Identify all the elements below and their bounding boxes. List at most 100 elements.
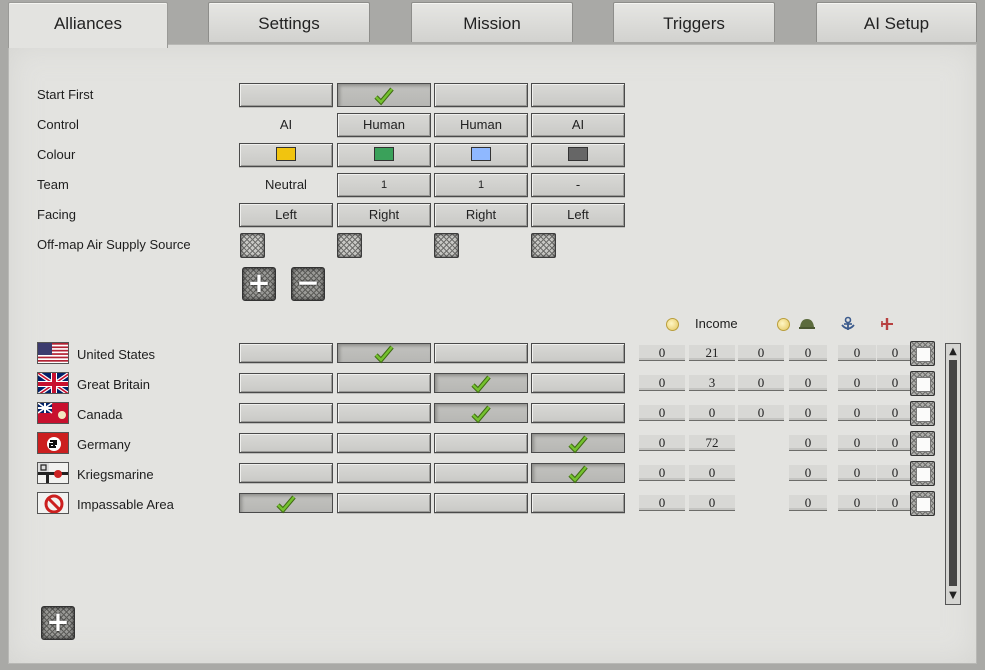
- side-3-kriegsmarine-button[interactable]: [434, 463, 528, 483]
- tab-mission[interactable]: Mission: [411, 2, 573, 42]
- select-germany-checkbox[interactable]: [910, 431, 935, 456]
- side-2-united-states-button[interactable]: [337, 343, 431, 364]
- air-supply-toggle-side-2[interactable]: [337, 233, 362, 258]
- facing-label: Facing: [37, 207, 77, 222]
- value-germany-3[interactable]: 0: [789, 435, 827, 451]
- scrollbar[interactable]: ▲ ▼: [945, 343, 961, 605]
- value-impassable-area-3[interactable]: 0: [789, 495, 827, 511]
- side-2-germany-button[interactable]: [337, 433, 431, 453]
- value-great-britain-4[interactable]: 0: [838, 375, 876, 391]
- side-4-impassable-area-button[interactable]: [531, 493, 625, 513]
- value-canada-2[interactable]: 0: [738, 405, 784, 421]
- facing-side-1[interactable]: Left: [239, 203, 333, 227]
- facing-side-3[interactable]: Right: [434, 203, 528, 227]
- side-1-impassable-area-button[interactable]: [239, 493, 333, 514]
- select-impassable-area-checkbox[interactable]: [910, 491, 935, 516]
- scroll-up-icon[interactable]: ▲: [947, 346, 959, 358]
- side-4-canada-button[interactable]: [531, 403, 625, 423]
- side-3-impassable-area-button[interactable]: [434, 493, 528, 513]
- team-side-3[interactable]: 1: [434, 173, 528, 197]
- value-united-states-4[interactable]: 0: [838, 345, 876, 361]
- side-3-canada-button[interactable]: [434, 403, 528, 424]
- value-great-britain-1[interactable]: 3: [689, 375, 735, 391]
- side-1-kriegsmarine-button[interactable]: [239, 463, 333, 483]
- side-1-united-states-button[interactable]: [239, 343, 333, 363]
- side-2-kriegsmarine-button[interactable]: [337, 463, 431, 483]
- value-canada-3[interactable]: 0: [789, 405, 827, 421]
- value-impassable-area-0[interactable]: 0: [639, 495, 685, 511]
- remove-side-button[interactable]: −: [291, 267, 325, 301]
- select-united-states-checkbox[interactable]: [910, 341, 935, 366]
- side-1-canada-button[interactable]: [239, 403, 333, 423]
- add-nation-button[interactable]: +: [41, 606, 75, 640]
- value-canada-0[interactable]: 0: [639, 405, 685, 421]
- side-3-germany-button[interactable]: [434, 433, 528, 453]
- start-first-side-1[interactable]: [239, 83, 333, 107]
- value-impassable-area-1[interactable]: 0: [689, 495, 735, 511]
- colour-side-4[interactable]: [531, 143, 625, 167]
- scroll-down-icon[interactable]: ▼: [947, 590, 959, 602]
- value-canada-5[interactable]: 0: [877, 405, 913, 421]
- side-1-germany-button[interactable]: [239, 433, 333, 453]
- colour-side-1[interactable]: [239, 143, 333, 167]
- start-first-side-2[interactable]: [337, 83, 431, 107]
- colour-side-2[interactable]: [337, 143, 431, 167]
- add-side-button[interactable]: +: [242, 267, 276, 301]
- side-1-great-britain-button[interactable]: [239, 373, 333, 393]
- side-4-germany-button[interactable]: [531, 433, 625, 454]
- facing-side-4[interactable]: Left: [531, 203, 625, 227]
- value-kriegsmarine-4[interactable]: 0: [838, 465, 876, 481]
- side-2-great-britain-button[interactable]: [337, 373, 431, 393]
- side-3-united-states-button[interactable]: [434, 343, 528, 363]
- air-supply-toggle-side-1[interactable]: [240, 233, 265, 258]
- value-united-states-5[interactable]: 0: [877, 345, 913, 361]
- value-impassable-area-5[interactable]: 0: [877, 495, 913, 511]
- air-supply-toggle-side-4[interactable]: [531, 233, 556, 258]
- side-4-kriegsmarine-button[interactable]: [531, 463, 625, 484]
- value-germany-0[interactable]: 0: [639, 435, 685, 451]
- start-first-side-3[interactable]: [434, 83, 528, 107]
- value-united-states-2[interactable]: 0: [738, 345, 784, 361]
- value-germany-1[interactable]: 72: [689, 435, 735, 451]
- start-first-side-4[interactable]: [531, 83, 625, 107]
- colour-side-3[interactable]: [434, 143, 528, 167]
- select-kriegsmarine-checkbox[interactable]: [910, 461, 935, 486]
- value-great-britain-3[interactable]: 0: [789, 375, 827, 391]
- select-canada-checkbox[interactable]: [910, 401, 935, 426]
- team-side-4[interactable]: -: [531, 173, 625, 197]
- value-united-states-1[interactable]: 21: [689, 345, 735, 361]
- checkmark-icon: [568, 435, 588, 454]
- value-kriegsmarine-0[interactable]: 0: [639, 465, 685, 481]
- tab-triggers[interactable]: Triggers: [613, 2, 775, 42]
- facing-side-2[interactable]: Right: [337, 203, 431, 227]
- air-supply-toggle-side-3[interactable]: [434, 233, 459, 258]
- value-kriegsmarine-3[interactable]: 0: [789, 465, 827, 481]
- side-2-impassable-area-button[interactable]: [337, 493, 431, 513]
- value-great-britain-2[interactable]: 0: [738, 375, 784, 391]
- value-canada-1[interactable]: 0: [689, 405, 735, 421]
- control-side-2[interactable]: Human: [337, 113, 431, 137]
- side-2-canada-button[interactable]: [337, 403, 431, 423]
- side-4-great-britain-button[interactable]: [531, 373, 625, 393]
- value-great-britain-0[interactable]: 0: [639, 375, 685, 391]
- value-great-britain-5[interactable]: 0: [877, 375, 913, 391]
- tab-settings[interactable]: Settings: [208, 2, 370, 42]
- value-united-states-3[interactable]: 0: [789, 345, 827, 361]
- scroll-thumb[interactable]: [949, 360, 957, 586]
- control-side-3[interactable]: Human: [434, 113, 528, 137]
- side-3-great-britain-button[interactable]: [434, 373, 528, 394]
- tab-alliances[interactable]: Alliances: [8, 2, 168, 48]
- value-germany-5[interactable]: 0: [877, 435, 913, 451]
- control-side-4[interactable]: AI: [531, 113, 625, 137]
- value-impassable-area-4[interactable]: 0: [838, 495, 876, 511]
- team-side-2[interactable]: 1: [337, 173, 431, 197]
- team-side-1: Neutral: [265, 177, 307, 192]
- select-great-britain-checkbox[interactable]: [910, 371, 935, 396]
- value-united-states-0[interactable]: 0: [639, 345, 685, 361]
- value-canada-4[interactable]: 0: [838, 405, 876, 421]
- value-kriegsmarine-1[interactable]: 0: [689, 465, 735, 481]
- value-kriegsmarine-5[interactable]: 0: [877, 465, 913, 481]
- side-4-united-states-button[interactable]: [531, 343, 625, 363]
- value-germany-4[interactable]: 0: [838, 435, 876, 451]
- tab-ai-setup[interactable]: AI Setup: [816, 2, 977, 42]
